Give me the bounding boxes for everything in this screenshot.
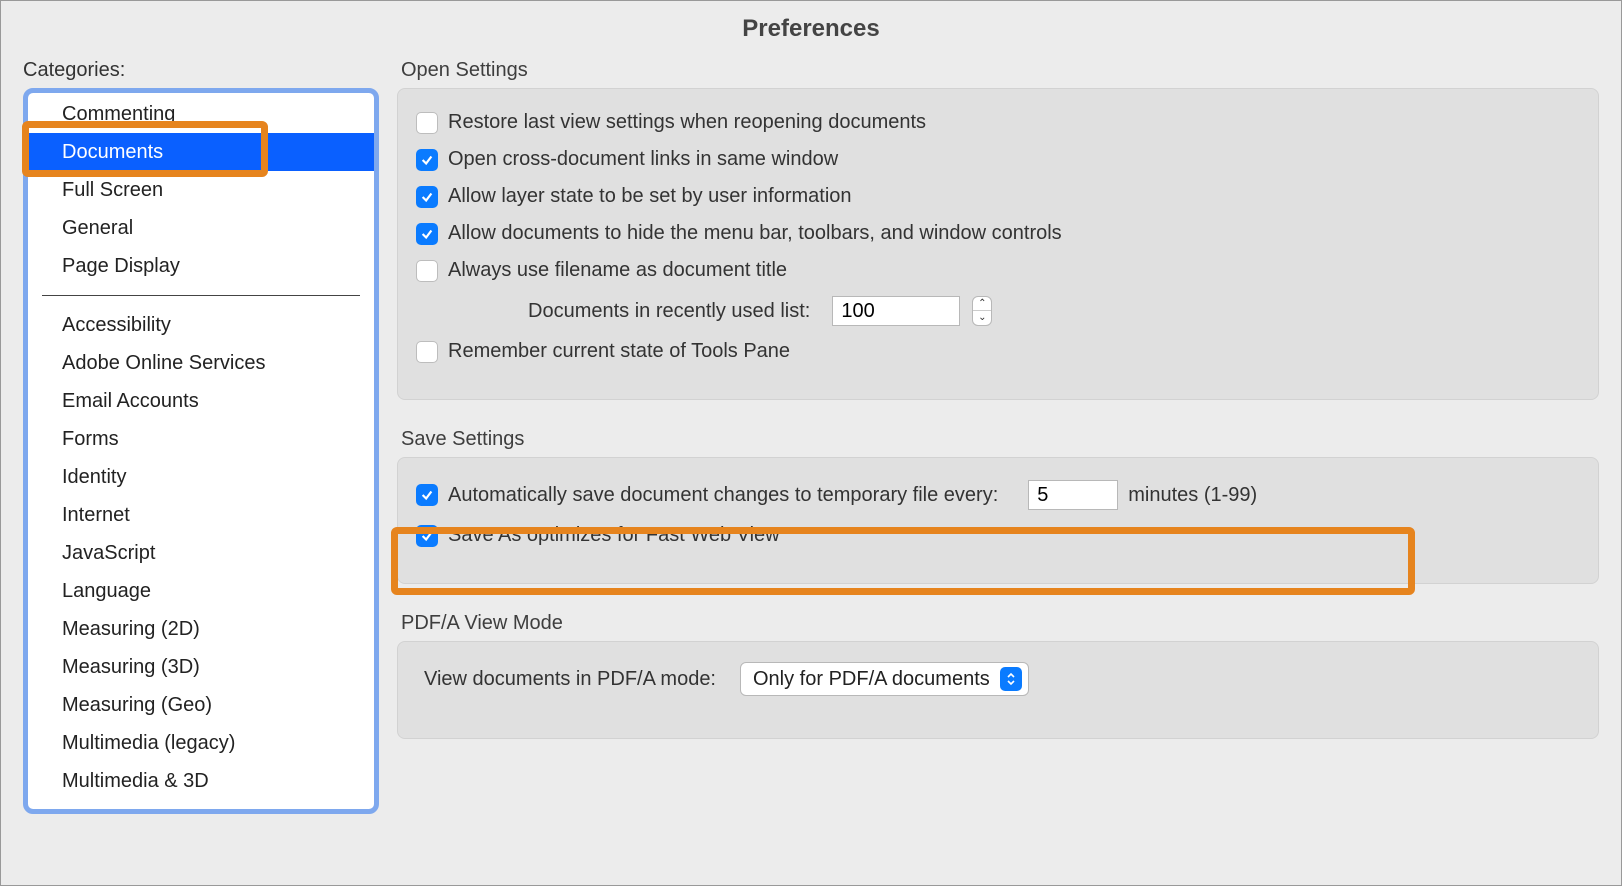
save-settings-panel: Automatically save document changes to t… <box>397 457 1599 584</box>
pdfa-mode-select[interactable]: Only for PDF/A documents <box>740 662 1029 696</box>
sidebar-item-measuring-2d[interactable]: Measuring (2D) <box>28 610 374 648</box>
open-settings-panel: Restore last view settings when reopenin… <box>397 88 1599 400</box>
save-settings-title: Save Settings <box>401 428 1599 451</box>
categories-list: Commenting Documents Full Screen General… <box>23 88 379 814</box>
sidebar-item-full-screen[interactable]: Full Screen <box>28 171 374 209</box>
restore-last-checkbox[interactable] <box>416 112 438 134</box>
sidebar-item-javascript[interactable]: JavaScript <box>28 534 374 572</box>
fast-web-checkbox[interactable] <box>416 525 438 547</box>
window-title: Preferences <box>1 1 1621 59</box>
remember-tools-checkbox[interactable] <box>416 341 438 363</box>
autosave-label: Automatically save document changes to t… <box>448 484 998 507</box>
sidebar-item-internet[interactable]: Internet <box>28 496 374 534</box>
sidebar-item-documents[interactable]: Documents <box>28 133 374 171</box>
autosave-suffix: minutes (1-99) <box>1128 484 1257 507</box>
recent-list-label: Documents in recently used list: <box>528 300 810 323</box>
fast-web-label: Save As optimizes for Fast Web View <box>448 524 780 547</box>
sidebar-item-email-accounts[interactable]: Email Accounts <box>28 382 374 420</box>
pdfa-mode-value: Only for PDF/A documents <box>753 668 990 691</box>
sidebar-item-multimedia-3d[interactable]: Multimedia & 3D <box>28 762 374 800</box>
sidebar-item-adobe-online[interactable]: Adobe Online Services <box>28 344 374 382</box>
sidebar-item-identity[interactable]: Identity <box>28 458 374 496</box>
sidebar-item-commenting[interactable]: Commenting <box>28 95 374 133</box>
cross-doc-label: Open cross-document links in same window <box>448 148 838 171</box>
sidebar-item-multimedia-legacy[interactable]: Multimedia (legacy) <box>28 724 374 762</box>
pdfa-title: PDF/A View Mode <box>401 612 1599 635</box>
pdfa-panel: View documents in PDF/A mode: Only for P… <box>397 641 1599 739</box>
pdfa-mode-label: View documents in PDF/A mode: <box>424 668 716 691</box>
cross-doc-checkbox[interactable] <box>416 149 438 171</box>
categories-label: Categories: <box>23 59 379 82</box>
hide-menu-checkbox[interactable] <box>416 223 438 245</box>
sidebar-item-measuring-3d[interactable]: Measuring (3D) <box>28 648 374 686</box>
sidebar-item-general[interactable]: General <box>28 209 374 247</box>
hide-menu-label: Allow documents to hide the menu bar, to… <box>448 222 1062 245</box>
restore-last-label: Restore last view settings when reopenin… <box>448 111 926 134</box>
sidebar-item-language[interactable]: Language <box>28 572 374 610</box>
filename-title-checkbox[interactable] <box>416 260 438 282</box>
autosave-checkbox[interactable] <box>416 484 438 506</box>
sidebar-item-page-display[interactable]: Page Display <box>28 247 374 285</box>
recent-list-stepper[interactable]: ⌃ ⌄ <box>972 296 992 326</box>
sidebar-item-multimedia-trust[interactable]: Multimedia Trust (legacy) <box>28 800 374 814</box>
recent-list-input[interactable] <box>832 296 960 326</box>
sidebar-item-accessibility[interactable]: Accessibility <box>28 306 374 344</box>
sidebar-item-forms[interactable]: Forms <box>28 420 374 458</box>
autosave-minutes-input[interactable] <box>1028 480 1118 510</box>
open-settings-title: Open Settings <box>401 59 1599 82</box>
sidebar-item-measuring-geo[interactable]: Measuring (Geo) <box>28 686 374 724</box>
chevron-updown-icon <box>1000 667 1022 691</box>
stepper-down-icon[interactable]: ⌄ <box>973 311 991 325</box>
sidebar-divider <box>42 295 360 296</box>
stepper-up-icon[interactable]: ⌃ <box>973 297 991 311</box>
layer-state-checkbox[interactable] <box>416 186 438 208</box>
layer-state-label: Allow layer state to be set by user info… <box>448 185 852 208</box>
remember-tools-label: Remember current state of Tools Pane <box>448 340 790 363</box>
filename-title-label: Always use filename as document title <box>448 259 787 282</box>
